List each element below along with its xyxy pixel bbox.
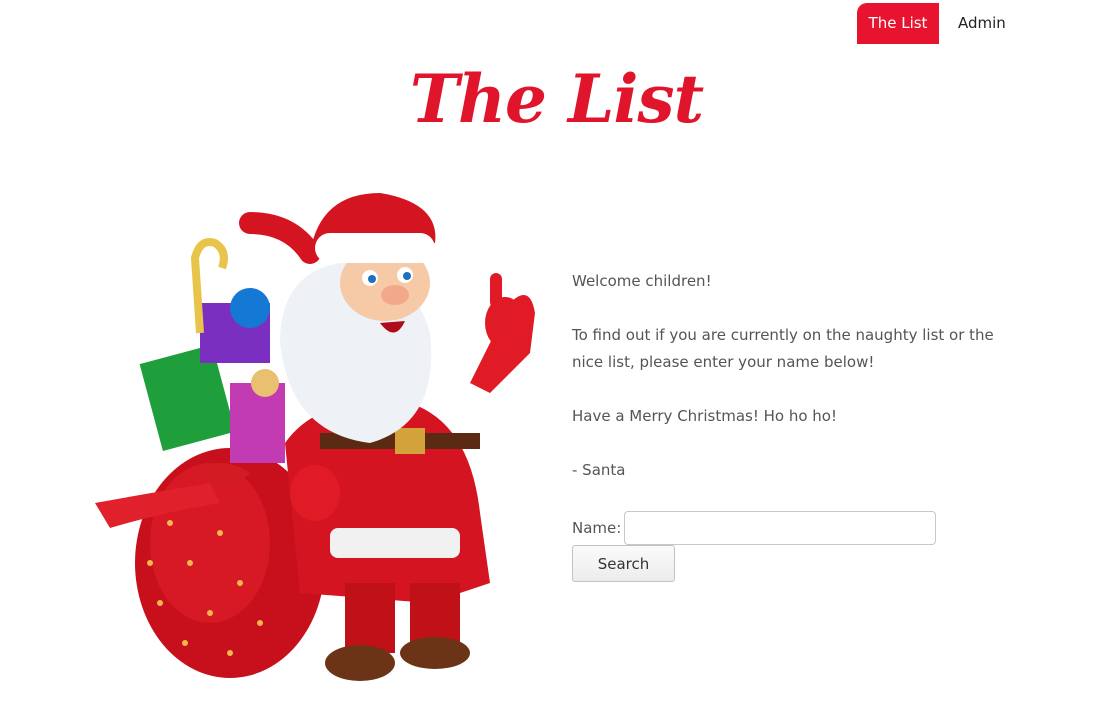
name-input[interactable] [624,511,937,545]
page-title: The List [409,60,704,138]
signature-text: - Santa [572,461,626,479]
instructions-text: To find out if you are currently on the … [572,326,994,371]
intro-text: Welcome children! To find out if you are… [572,268,1012,511]
name-label: Name: [572,519,622,537]
nav-item-the-list[interactable]: The List [857,3,939,44]
greeting-text: Welcome children! [572,272,712,290]
nav-item-admin[interactable]: Admin [939,3,1016,44]
santa-illustration [95,193,535,681]
search-button[interactable]: Search [572,545,675,582]
wishes-text: Have a Merry Christmas! Ho ho ho! [572,407,837,425]
top-nav: The List Admin [857,3,1016,44]
search-form: Name: Search [572,511,937,582]
